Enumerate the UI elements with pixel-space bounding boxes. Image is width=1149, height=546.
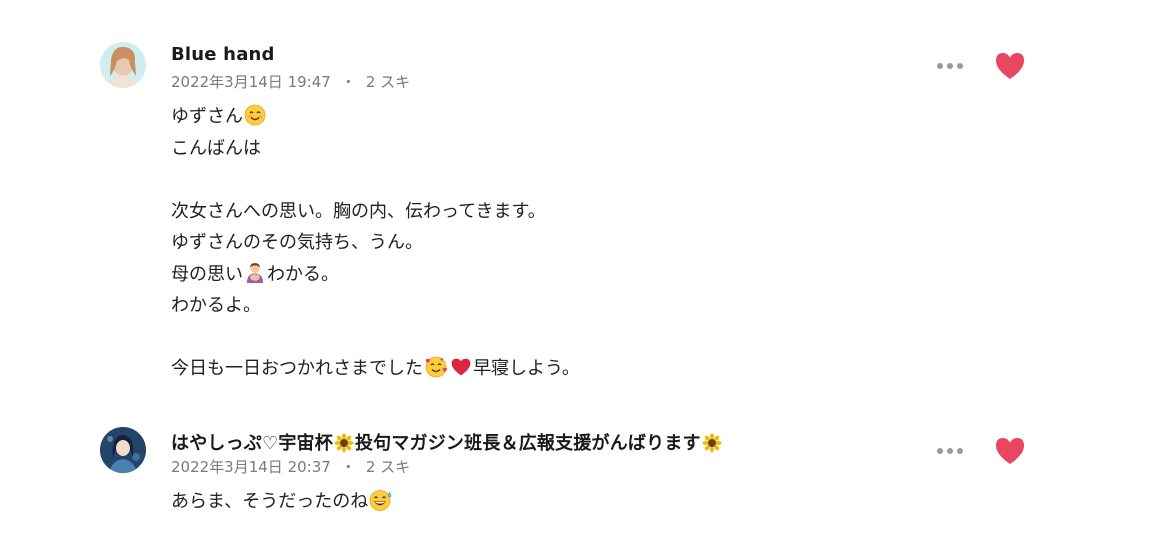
more-dots-icon <box>937 63 943 69</box>
like-count[interactable]: 2 スキ <box>366 73 410 91</box>
comment-line: 今日も一日おつかれさまでした 早寝しよう。 <box>171 353 580 385</box>
sunflower-emoji <box>702 433 722 458</box>
more-dots-icon <box>947 63 953 69</box>
smiling-face-emoji <box>244 104 266 137</box>
sunflower-emoji <box>334 433 354 458</box>
comment-author[interactable]: Blue hand <box>171 44 275 65</box>
comment-meta: 2022年3月14日 19:47 ・ 2 スキ <box>171 71 410 92</box>
comment-line: 母の思い わかる。 <box>171 259 580 291</box>
heart-icon <box>996 53 1024 79</box>
more-dots-icon <box>947 448 953 454</box>
comment-line: わかるよ。 <box>171 295 261 316</box>
meta-separator: ・ <box>340 458 356 476</box>
comment-line-blank <box>171 164 580 196</box>
more-options-button[interactable] <box>934 441 966 461</box>
meta-separator: ・ <box>340 73 356 91</box>
comment-author[interactable]: はやしっぷ♡宇宙杯 投句マガジン班長＆広報支援がんばります <box>171 429 723 458</box>
more-dots-icon <box>957 448 963 454</box>
like-count[interactable]: 2 スキ <box>366 458 410 476</box>
comment-line: あらま、そうだったのね <box>171 486 394 518</box>
comment-date: 2022年3月14日 19:47 <box>171 73 331 91</box>
avatar[interactable] <box>100 427 146 473</box>
comment-line-blank <box>171 322 580 354</box>
heart-icon <box>996 438 1024 464</box>
more-options-button[interactable] <box>934 56 966 76</box>
comment-line: ゆずさんのその気持ち、うん。 <box>171 232 423 253</box>
comment-body: ゆずさん こんばんは 次女さんへの思い。胸の内、伝わってきます。 ゆずさんのその… <box>171 101 580 385</box>
more-dots-icon <box>957 63 963 69</box>
comment-line: ゆずさん <box>171 101 580 133</box>
like-button[interactable] <box>993 435 1027 467</box>
more-dots-icon <box>937 448 943 454</box>
grinning-face-with-sweat-emoji <box>369 489 393 522</box>
comment-meta: 2022年3月14日 20:37 ・ 2 スキ <box>171 456 410 477</box>
red-heart-emoji <box>450 356 472 389</box>
comment-line: 次女さんへの思い。胸の内、伝わってきます。 <box>171 200 546 222</box>
like-button[interactable] <box>993 50 1027 82</box>
comment-line: こんばんは <box>171 137 261 159</box>
smiling-face-with-hearts-emoji <box>424 356 448 389</box>
comment-body: あらま、そうだったのね <box>171 486 394 518</box>
comment-date: 2022年3月14日 20:37 <box>171 458 331 476</box>
avatar[interactable] <box>100 42 146 88</box>
